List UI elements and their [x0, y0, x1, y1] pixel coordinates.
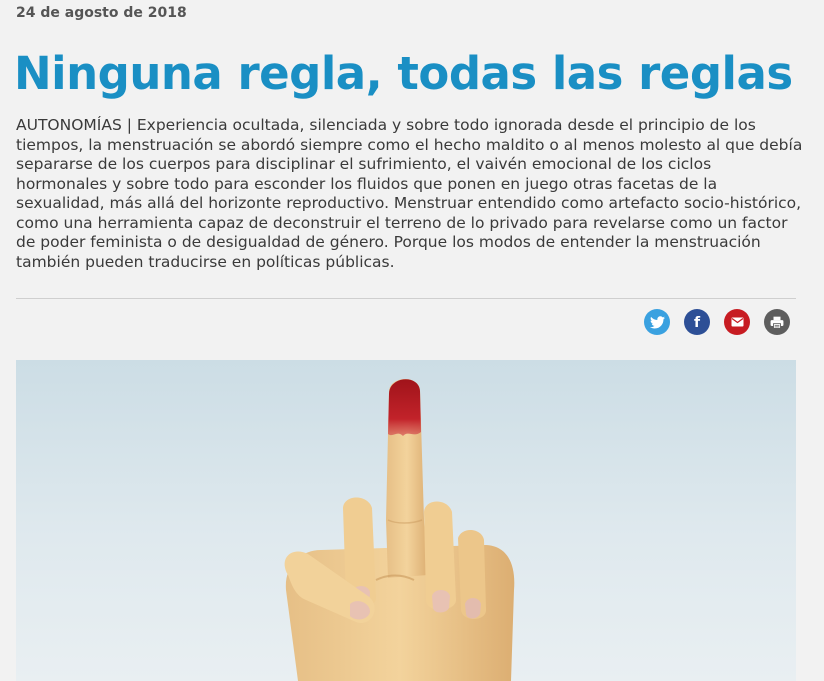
- twitter-bird-icon: [649, 315, 665, 328]
- article-photo: [16, 360, 796, 681]
- printer-icon: [770, 316, 784, 329]
- share-email-button[interactable]: [724, 309, 750, 335]
- article-lede: AUTONOMÍAS | Experiencia ocultada, silen…: [16, 116, 803, 271]
- envelope-icon: [731, 317, 743, 327]
- share-facebook-button[interactable]: f: [684, 309, 710, 335]
- share-print-button[interactable]: [764, 309, 790, 335]
- share-twitter-button[interactable]: [644, 309, 670, 335]
- article-title[interactable]: Ninguna regla, todas las reglas: [14, 44, 793, 104]
- share-buttons: f: [644, 309, 790, 335]
- raised-middle-finger-illustration: [284, 378, 515, 681]
- divider: [16, 298, 796, 299]
- facebook-f-icon: f: [693, 314, 701, 331]
- article-date: 24 de agosto de 2018: [16, 5, 187, 21]
